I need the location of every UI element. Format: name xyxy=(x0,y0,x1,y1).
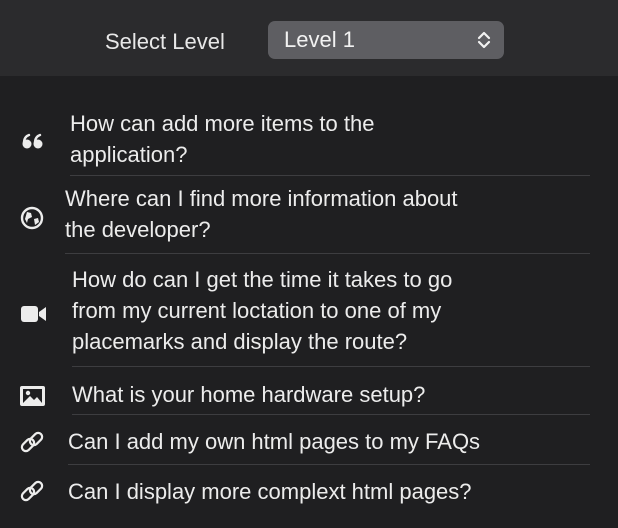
level-selector-bar: Select Level Level 1 xyxy=(0,0,618,76)
faq-question-text: Can I display more complext html pages? xyxy=(68,479,472,504)
level-popup-value: Level 1 xyxy=(284,27,355,52)
faq-row[interactable]: How do can I get the time it takes to go… xyxy=(0,262,618,365)
row-divider xyxy=(65,253,590,254)
level-popup-button[interactable]: Level 1 xyxy=(268,21,504,59)
faq-row[interactable]: Can I display more complext html pages? xyxy=(0,474,618,514)
row-divider xyxy=(72,414,590,415)
faq-row[interactable]: Can I add my own html pages to my FAQs xyxy=(0,424,618,464)
link-icon xyxy=(20,480,44,502)
faq-question-text: How do can I get the time it takes to go… xyxy=(72,267,453,354)
row-divider xyxy=(68,464,590,465)
faq-row[interactable]: What is your home hardware setup? xyxy=(0,375,618,415)
video-camera-icon xyxy=(21,306,46,322)
select-level-label: Select Level xyxy=(105,29,225,54)
globe-icon xyxy=(20,206,44,230)
chevron-up-down-icon xyxy=(477,31,491,49)
row-divider xyxy=(70,175,590,176)
faq-question-text: Can I add my own html pages to my FAQs xyxy=(68,429,481,454)
link-icon xyxy=(20,431,44,453)
quote-icon xyxy=(22,133,43,149)
faq-question-text: What is your home hardware setup? xyxy=(72,382,426,407)
faq-question-text: Where can I find more information about … xyxy=(65,186,458,242)
row-divider xyxy=(72,366,590,367)
faq-row[interactable]: Where can I find more information about … xyxy=(0,183,618,253)
faq-window: Select Level Level 1 How can add more it… xyxy=(0,0,618,528)
photo-icon xyxy=(20,386,45,406)
faq-question-text: How can add more items to the applicatio… xyxy=(70,111,375,167)
faq-row[interactable]: How can add more items to the applicatio… xyxy=(0,106,618,176)
